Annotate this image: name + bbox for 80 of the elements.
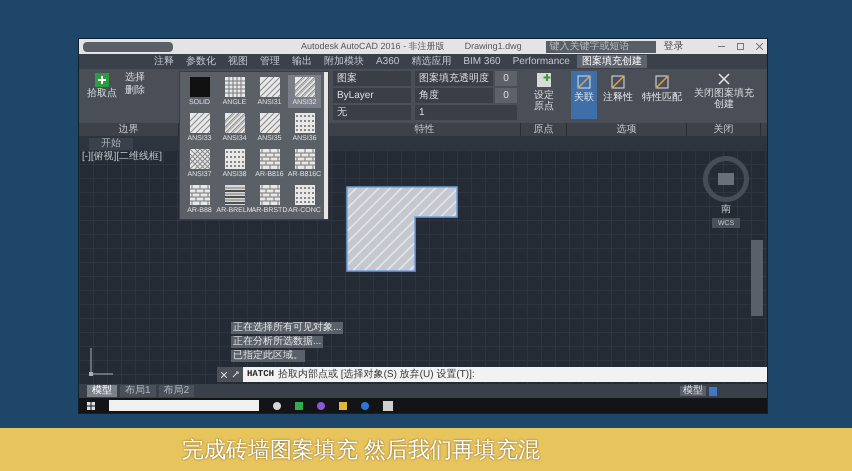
hatch-swatch-icon	[260, 185, 280, 205]
option-button[interactable]: 关联	[571, 71, 597, 119]
select-button[interactable]: 选择	[125, 73, 145, 83]
search-field[interactable]: 键入关键字或短语	[546, 40, 656, 52]
origin-icon	[536, 72, 552, 88]
hatch-swatch-icon	[260, 77, 280, 97]
viewcube-ring[interactable]	[703, 156, 749, 202]
file-tab[interactable]: 开始	[89, 138, 133, 150]
hatch-swatch-icon	[224, 149, 244, 169]
ribbon-tab[interactable]: 注释	[149, 55, 179, 68]
ribbon-tab[interactable]: 视图	[223, 55, 253, 68]
hatch-swatch-icon	[190, 149, 210, 169]
hatch-swatch-icon	[294, 113, 314, 133]
hatch-swatch-icon	[190, 113, 210, 133]
panel-title[interactable]: 选项	[567, 123, 687, 136]
hatch-swatch-icon	[294, 149, 314, 169]
minimize-icon[interactable]	[718, 46, 725, 48]
ribbon-tab[interactable]: 参数化	[181, 55, 221, 68]
hatch-swatch-icon	[294, 185, 314, 205]
pattern-type-dropdown[interactable]: 图案	[333, 71, 411, 86]
option-button[interactable]: 注释性	[600, 71, 636, 119]
hatch-swatch-icon	[294, 77, 314, 97]
angle-field[interactable]: 0	[495, 88, 517, 103]
close-hatch-creation-button[interactable]: 关闭图案填充创建	[692, 72, 756, 123]
ribbon-tab[interactable]: 管理	[255, 55, 285, 68]
scale-field[interactable]: 1	[415, 105, 517, 120]
hatch-swatch-icon	[260, 149, 280, 169]
plus-icon	[95, 73, 109, 87]
viewport-label[interactable]: [-][俯视][二维线框]	[82, 152, 162, 162]
windows-start-icon[interactable]	[87, 402, 95, 410]
ribbon-tab[interactable]: BIM 360	[458, 55, 506, 68]
panel-title[interactable]: 关闭	[687, 123, 761, 136]
hatch-swatch-icon	[224, 185, 244, 205]
layout-tab[interactable]: 布局2	[158, 385, 194, 397]
transparency-label: 图案填充透明度	[415, 71, 493, 86]
transparency-field[interactable]: 0	[495, 71, 517, 86]
panel-title[interactable]: 特性	[329, 123, 521, 136]
ribbon-tab[interactable]: A360	[371, 55, 404, 68]
app-icon[interactable]	[295, 402, 303, 410]
layout-tab[interactable]: 布局1	[120, 385, 156, 397]
panel-title[interactable]: 边界	[79, 123, 179, 136]
ribbon-tab[interactable]: 精选应用	[406, 55, 456, 68]
option-icon	[576, 74, 592, 90]
remove-button[interactable]: 删除	[125, 86, 145, 96]
ribbon-tab[interactable]: Performance	[508, 55, 575, 68]
app-icon[interactable]	[383, 400, 393, 410]
taskbar-search-field[interactable]	[109, 400, 259, 411]
hatch-swatch-icon	[260, 113, 280, 133]
hatch-swatch-icon	[224, 77, 244, 97]
ribbon-tab[interactable]: 附加模块	[319, 55, 369, 68]
panel-title[interactable]: 原点	[521, 123, 567, 136]
ribbon-tab[interactable]: 图案填充创建	[576, 55, 647, 68]
subtitle: 完成砖墙图案填充 然后我们再填充混	[182, 438, 540, 460]
color-dropdown[interactable]: ByLayer	[333, 88, 411, 103]
hatch-swatch-icon	[224, 113, 244, 133]
option-icon	[654, 74, 670, 90]
app-icon[interactable]	[273, 402, 281, 410]
grid-toggle[interactable]	[709, 386, 717, 396]
background-dropdown[interactable]: 无	[333, 105, 411, 120]
layout-tab[interactable]: 模型	[87, 385, 117, 397]
file-name: Drawing1.dwg	[464, 42, 522, 51]
option-button[interactable]: 特性匹配	[639, 71, 685, 119]
option-icon	[610, 74, 626, 90]
angle-label: 角度	[415, 88, 493, 103]
maximize-icon[interactable]	[737, 43, 744, 50]
status-space[interactable]: 模型	[680, 386, 706, 396]
quick-access-toolbar[interactable]	[83, 42, 173, 52]
window-title: Autodesk AutoCAD 2016 - 非注册版	[301, 42, 445, 51]
hatched-shape[interactable]	[346, 186, 458, 272]
scrollbar[interactable]	[324, 72, 328, 219]
login-link[interactable]: 登录	[664, 42, 684, 52]
close-icon[interactable]	[756, 43, 763, 50]
viewcube-direction[interactable]: 南	[721, 205, 731, 215]
ribbon-tab[interactable]: 输出	[287, 55, 317, 68]
pick-points-button[interactable]: 拾取点	[87, 73, 117, 99]
app-icon[interactable]	[339, 402, 347, 410]
close-icon	[717, 72, 731, 86]
hatch-swatch-icon	[190, 185, 210, 205]
set-origin-button[interactable]: 设定原点	[533, 72, 555, 123]
hatch-swatch-icon	[190, 77, 210, 97]
